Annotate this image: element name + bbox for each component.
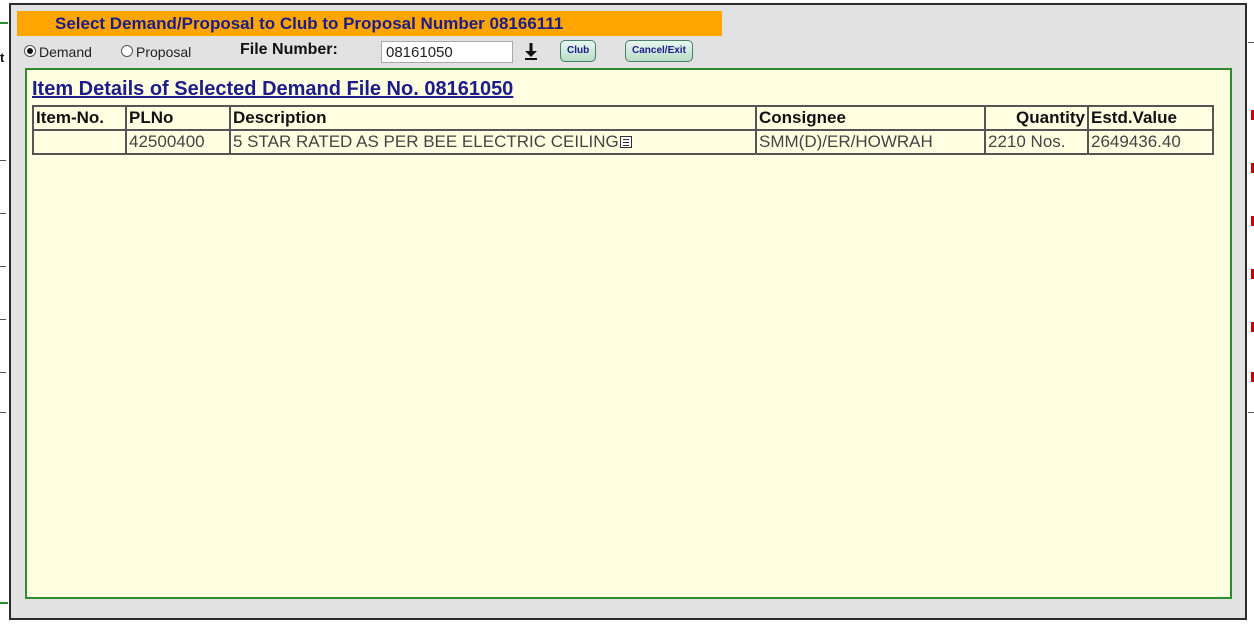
column-header-estd-value: Estd.Value [1087,105,1214,131]
cell-estd-value: 2649436.40 [1087,129,1214,155]
item-details-panel: Item Details of Selected Demand File No.… [25,68,1232,599]
cell-quantity: 2210 Nos. [984,129,1089,155]
download-arrow-icon[interactable] [524,41,538,61]
cell-item-no [32,129,127,155]
modal-toolbar: Demand Proposal File Number: Club Cancel… [17,39,737,65]
cell-consignee: SMM(D)/ER/HOWRAH [755,129,986,155]
table-header-row: Item-No. PLNo Description Consignee Quan… [32,105,1214,131]
file-number-input[interactable] [381,41,513,63]
background-page-right [1246,0,1254,627]
background-green-mark [0,602,8,604]
description-detail-icon[interactable] [619,136,632,148]
background-tick [1248,42,1254,43]
item-details-table: Item-No. PLNo Description Consignee Quan… [32,105,1214,155]
background-tick [0,319,6,320]
column-header-consignee: Consignee [755,105,986,131]
background-tick [0,160,6,161]
background-green-mark [0,22,8,24]
cancel-exit-button[interactable]: Cancel/Exit [625,40,693,62]
demand-radio[interactable] [24,45,36,57]
background-tick [0,412,6,413]
proposal-radio-label[interactable]: Proposal [136,44,191,60]
column-header-description: Description [229,105,757,131]
column-header-plno: PLNo [125,105,231,131]
club-button[interactable]: Club [560,40,597,62]
demand-radio-label[interactable]: Demand [39,44,92,60]
column-header-quantity: Quantity [984,105,1089,131]
table-row: 42500400 5 STAR RATED AS PER BEE ELECTRI… [32,129,1214,155]
background-left-letter: t [0,50,5,65]
modal-title: Select Demand/Proposal to Club to Propos… [17,11,722,36]
club-demand-modal: Select Demand/Proposal to Club to Propos… [9,3,1247,620]
proposal-radio[interactable] [121,45,133,57]
background-tick [1248,412,1254,413]
column-header-item-no: Item-No. [32,105,127,131]
cell-description: 5 STAR RATED AS PER BEE ELECTRIC CEILING [229,129,757,155]
background-tick [0,372,6,373]
item-details-heading: Item Details of Selected Demand File No.… [32,78,514,100]
description-text: 5 STAR RATED AS PER BEE ELECTRIC CEILING [233,132,619,151]
cell-plno: 42500400 [125,129,231,155]
file-number-label: File Number: [240,41,338,58]
background-tick [0,266,6,267]
background-tick [0,213,6,214]
